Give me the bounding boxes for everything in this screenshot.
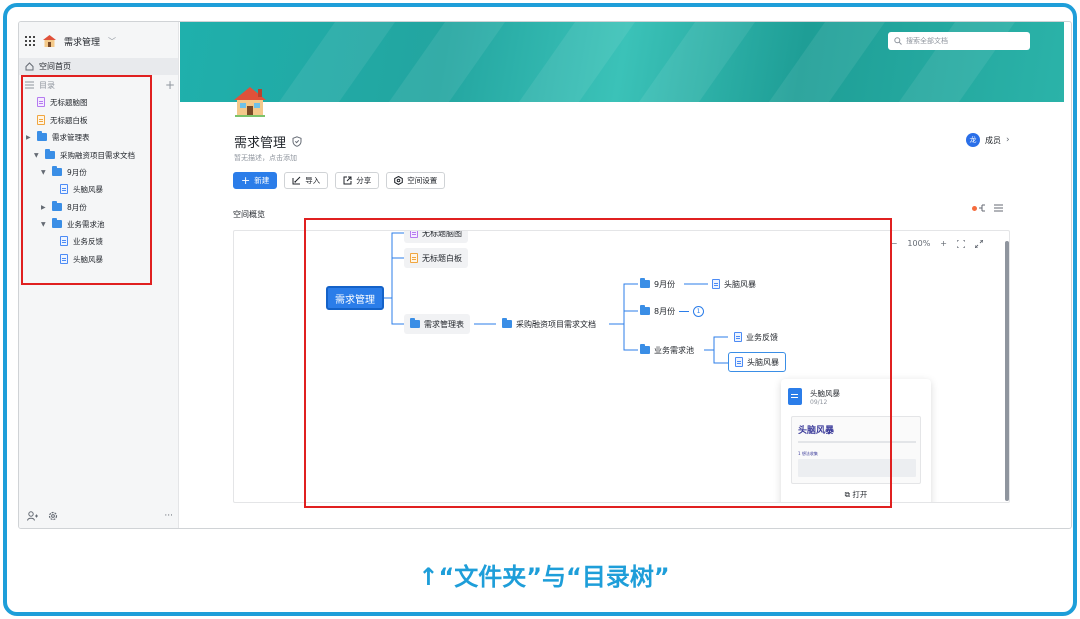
shield-icon[interactable] [292, 136, 302, 147]
import-icon [292, 176, 301, 185]
sidebar-home-label: 空间首页 [39, 62, 71, 71]
search-input[interactable]: 搜索全部文档 [888, 32, 1030, 50]
share-button[interactable]: 分享 [335, 172, 380, 189]
screenshot-frame: 需求管理 ﹀ 空间首页 目录 + 无标题脑图 无标题白板 ▶ 需求管理表 ▼ 采… [3, 3, 1077, 616]
page-title[interactable]: 需求管理 [234, 132, 286, 151]
chevron-down-icon[interactable]: ﹀ [108, 36, 116, 47]
fit-screen-icon[interactable] [957, 239, 965, 248]
sidebar-item-home[interactable]: 空间首页 [19, 58, 178, 75]
space-switcher[interactable]: 需求管理 ﹀ [25, 32, 116, 50]
cover-banner: 搜索全部文档 [180, 22, 1064, 102]
highlight-box-directory [21, 75, 152, 285]
add-member-icon[interactable] [27, 511, 38, 521]
zoom-in-button[interactable]: + [940, 239, 947, 248]
space-settings-button[interactable]: 空间设置 [386, 172, 446, 189]
space-settings-label: 空间设置 [407, 176, 438, 185]
fullscreen-icon[interactable] [975, 239, 983, 248]
toolbar: + 新建 导入 分享 空间设置 [233, 172, 446, 189]
more-icon[interactable]: ··· [164, 511, 173, 521]
share-button-label: 分享 [356, 176, 372, 185]
new-button-label: 新建 [254, 176, 270, 185]
import-button[interactable]: 导入 [284, 172, 329, 189]
settings-icon [394, 176, 404, 185]
title-row: 需求管理 [234, 132, 302, 151]
apps-grid-icon[interactable] [25, 36, 35, 46]
mindmap-view-icon[interactable] [972, 204, 986, 212]
members-button[interactable]: 龙 成员 › [966, 133, 1010, 147]
plus-icon: + [241, 174, 251, 187]
vertical-scrollbar[interactable] [1005, 241, 1009, 501]
overview-view-toggle [972, 204, 1003, 212]
space-icon [234, 87, 266, 117]
search-placeholder: 搜索全部文档 [906, 37, 948, 45]
zoom-level: 100% [907, 239, 931, 248]
overview-title: 空间概览 [233, 210, 265, 219]
import-button-label: 导入 [305, 176, 321, 185]
highlight-box-mindmap [304, 218, 892, 508]
space-description[interactable]: 暂无描述，点击添加 [234, 153, 297, 163]
list-view-icon[interactable] [994, 204, 1003, 212]
add-icon[interactable]: + [165, 78, 175, 92]
main-panel: 搜索全部文档 需求管理 暂无描述，点击添加 龙 成员 › + 新建 导入 分享 … [180, 22, 1064, 528]
share-icon [343, 176, 352, 185]
sidebar: 需求管理 ﹀ 空间首页 目录 + 无标题脑图 无标题白板 ▶ 需求管理表 ▼ 采… [19, 22, 179, 528]
gear-icon[interactable] [48, 511, 58, 521]
caption: ↑“文件夹”与“目录树” [418, 563, 670, 591]
avatar: 龙 [966, 133, 980, 147]
space-title: 需求管理 [64, 37, 101, 48]
zoom-controls: − 100% + [891, 239, 983, 248]
house-icon [43, 35, 56, 47]
search-icon [894, 37, 902, 45]
chevron-right-icon: › [1006, 135, 1010, 145]
members-label: 成员 [985, 135, 1001, 145]
new-button[interactable]: + 新建 [233, 172, 278, 189]
sidebar-footer: ··· [27, 511, 173, 521]
home-icon [25, 62, 34, 71]
app-window: 需求管理 ﹀ 空间首页 目录 + 无标题脑图 无标题白板 ▶ 需求管理表 ▼ 采… [18, 21, 1072, 529]
